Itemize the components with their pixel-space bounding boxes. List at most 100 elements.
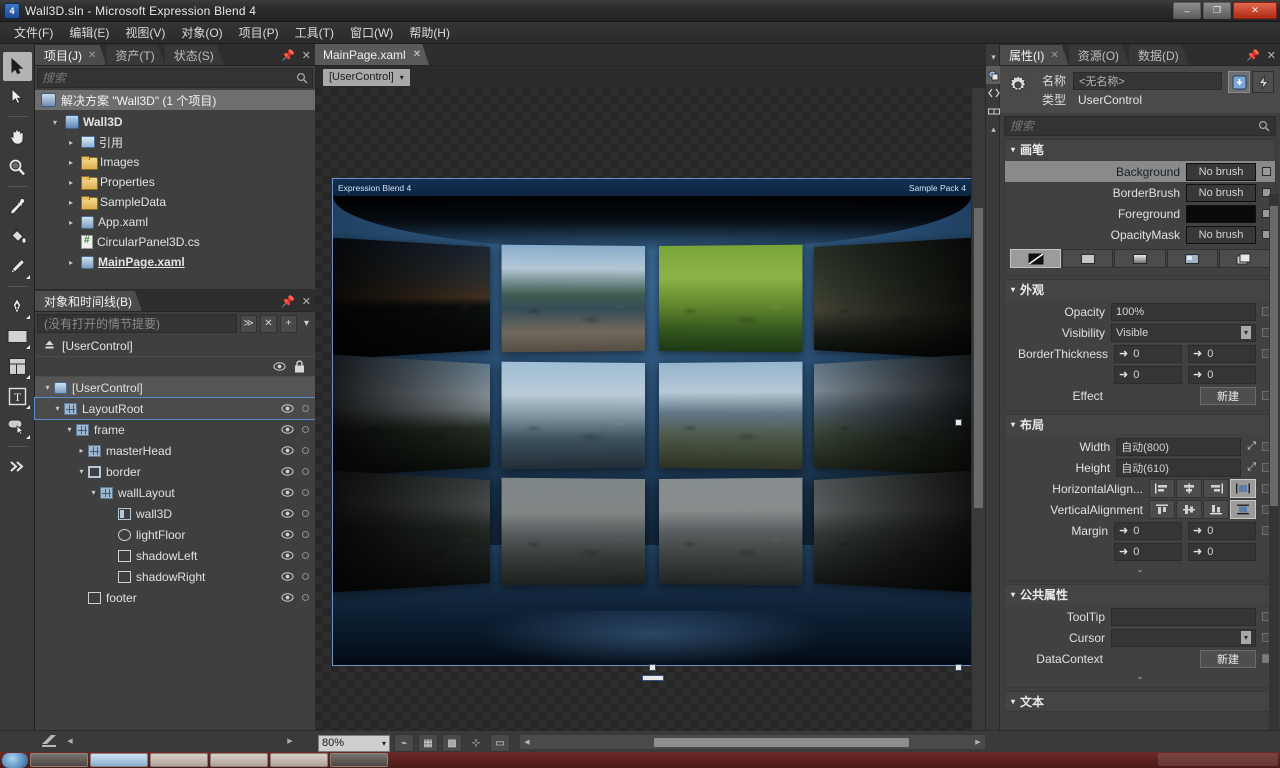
- property-row-tooltip[interactable]: ToolTip: [1005, 606, 1275, 627]
- snap-to-snaplines-button[interactable]: ⊹: [466, 734, 486, 752]
- project-search-input[interactable]: [42, 71, 296, 85]
- margin-right-input[interactable]: ➜ 0: [1188, 521, 1256, 540]
- breadcrumb-usercontrol[interactable]: [UserControl] ▾: [323, 68, 410, 86]
- tab-project[interactable]: 项目(J) ✕: [35, 45, 106, 65]
- chevron-down-icon[interactable]: ▾: [1240, 631, 1251, 644]
- twisty-icon[interactable]: ▸: [65, 158, 77, 167]
- tree-item-wall3d[interactable]: ▾ Wall3D: [35, 112, 315, 132]
- twisty-icon[interactable]: ▸: [75, 446, 88, 455]
- height-value[interactable]: 自动(610): [1116, 458, 1242, 477]
- paint-bucket-tool[interactable]: [3, 222, 32, 251]
- panel-close-icon[interactable]: ✕: [302, 295, 311, 308]
- property-row-width[interactable]: Width 自动(800) ⤢: [1005, 436, 1275, 457]
- start-button[interactable]: [2, 752, 28, 768]
- photo-cell[interactable]: [333, 471, 490, 593]
- selection-handle-right-center[interactable]: [955, 419, 962, 426]
- chevron-down-icon[interactable]: ▾: [400, 73, 404, 82]
- no-brush-tab[interactable]: [1010, 249, 1062, 268]
- photo-cell[interactable]: [814, 471, 971, 593]
- tab-objects-and-timeline[interactable]: 对象和时间线(B): [35, 291, 142, 311]
- photo-cell[interactable]: [658, 244, 803, 352]
- selection-resize-bar[interactable]: [642, 675, 664, 681]
- cursor-select[interactable]: ▾: [1111, 628, 1256, 647]
- twisty-icon[interactable]: ▸: [65, 138, 77, 147]
- show-properties-button[interactable]: [1228, 71, 1250, 93]
- twisty-icon[interactable]: ▾: [63, 425, 76, 434]
- eye-icon[interactable]: [281, 444, 294, 457]
- lock-toggle[interactable]: [302, 594, 309, 601]
- history-forward-button[interactable]: ▶: [283, 734, 297, 748]
- object-row-layoutroot[interactable]: ▾ LayoutRoot: [34, 397, 316, 420]
- menu-item-tools[interactable]: 工具(T): [287, 22, 342, 43]
- tile-brush-tab[interactable]: [1166, 249, 1218, 268]
- eye-icon[interactable]: [281, 465, 294, 478]
- property-row-borderbrush[interactable]: BorderBrush No brush: [1005, 182, 1275, 203]
- chevron-up-icon[interactable]: ▴: [986, 120, 1001, 138]
- eye-icon[interactable]: [281, 423, 294, 436]
- panel-close-icon[interactable]: ✕: [1267, 49, 1276, 62]
- photo-cell[interactable]: [814, 354, 971, 476]
- canvas-vertical-scrollbar[interactable]: [971, 88, 985, 732]
- lock-toggle[interactable]: [302, 426, 309, 433]
- design-view-button[interactable]: [986, 66, 1001, 84]
- minimize-button[interactable]: –: [1173, 2, 1201, 19]
- brush-swatch-icon[interactable]: [1262, 167, 1271, 176]
- object-row-border[interactable]: ▾ border: [35, 461, 315, 482]
- menu-item-file[interactable]: 文件(F): [6, 22, 61, 43]
- chevron-down-icon[interactable]: ▾: [986, 48, 1001, 66]
- eye-icon[interactable]: [281, 402, 294, 415]
- lock-toggle[interactable]: [302, 489, 309, 496]
- tab-states[interactable]: 状态(S): [165, 45, 224, 65]
- twisty-icon[interactable]: ▾: [1011, 285, 1015, 294]
- object-row-wall3d[interactable]: wall3D: [35, 503, 315, 524]
- grid-tool[interactable]: [3, 352, 32, 381]
- halign-left-button[interactable]: [1149, 479, 1175, 498]
- lock-toggle[interactable]: [302, 405, 309, 412]
- object-row-frame[interactable]: ▾ frame: [35, 419, 315, 440]
- name-field[interactable]: <无名称>: [1073, 71, 1222, 90]
- properties-search-input[interactable]: [1010, 119, 1258, 133]
- storyboard-list-button[interactable]: ≫: [240, 314, 257, 333]
- twisty-icon[interactable]: ▾: [1011, 590, 1015, 599]
- section-appearance-header[interactable]: ▾ 外观: [1005, 280, 1275, 299]
- solution-row[interactable]: 解决方案 "Wall3D" (1 个项目): [35, 90, 315, 110]
- borderbrush-value[interactable]: No brush: [1186, 183, 1256, 202]
- tab-data[interactable]: 数据(D): [1129, 45, 1189, 65]
- artboard-canvas[interactable]: Expression Blend 4 Sample Pack 4: [315, 88, 971, 732]
- lock-toggle[interactable]: [302, 531, 309, 538]
- tree-item-mainpage-xaml[interactable]: ▸ MainPage.xaml: [35, 252, 315, 272]
- tab-assets[interactable]: 资产(T): [106, 45, 164, 65]
- selection-handle-bottom-right[interactable]: [955, 664, 962, 671]
- visibility-select[interactable]: Visible ▾: [1111, 323, 1256, 342]
- valign-stretch-button[interactable]: [1230, 500, 1256, 519]
- valign-center-button[interactable]: [1176, 500, 1202, 519]
- property-row-opacity[interactable]: Opacity 100%: [1005, 301, 1275, 322]
- photo-cell[interactable]: [501, 478, 645, 586]
- close-icon[interactable]: ✕: [1050, 50, 1058, 61]
- eye-icon[interactable]: [281, 591, 294, 604]
- menu-item-object[interactable]: 对象(O): [173, 22, 230, 43]
- panel-close-icon[interactable]: ✕: [302, 49, 311, 62]
- scroll-left-arrow[interactable]: ◀: [520, 735, 534, 749]
- width-value[interactable]: 自动(800): [1116, 437, 1242, 456]
- twisty-icon[interactable]: ▾: [1011, 420, 1015, 429]
- object-row-lightfloor[interactable]: lightFloor: [35, 524, 315, 545]
- auto-size-icon[interactable]: ⤢: [1247, 461, 1256, 474]
- xaml-view-button[interactable]: [986, 84, 1001, 102]
- property-row-background[interactable]: Background No brush: [1005, 161, 1275, 182]
- close-icon[interactable]: ✕: [413, 49, 421, 60]
- lock-toggle[interactable]: [302, 447, 309, 454]
- twisty-icon[interactable]: ▾: [1011, 697, 1015, 706]
- text-tool[interactable]: T: [3, 382, 32, 411]
- auto-size-icon[interactable]: ⤢: [1247, 440, 1256, 453]
- selection-handle-bottom-center[interactable]: [649, 664, 656, 671]
- status-scrollbar[interactable]: ◀ ▶: [520, 735, 985, 749]
- close-button[interactable]: ✕: [1233, 2, 1277, 19]
- menu-item-help[interactable]: 帮助(H): [401, 22, 458, 43]
- pin-icon[interactable]: 📌: [281, 49, 295, 62]
- tab-resources[interactable]: 资源(O): [1069, 45, 1129, 65]
- photo-cell[interactable]: [501, 244, 645, 352]
- pen-tool[interactable]: [3, 292, 32, 321]
- halign-right-button[interactable]: [1203, 479, 1229, 498]
- storyboard-picker[interactable]: (没有打开的情节提要): [37, 314, 237, 333]
